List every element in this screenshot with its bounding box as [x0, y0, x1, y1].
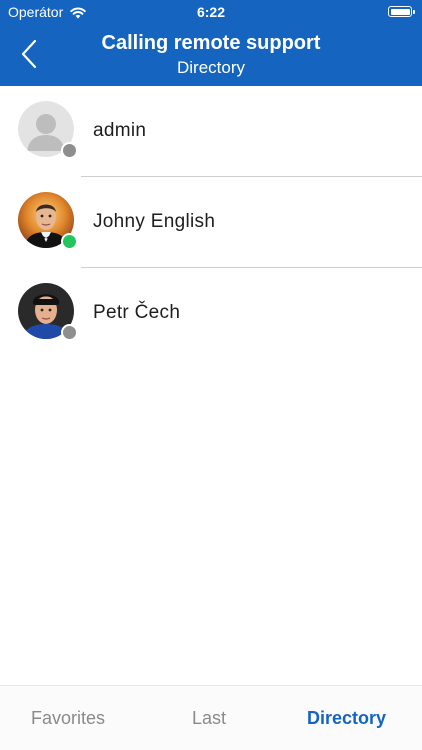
tab-favorites[interactable]: Favorites [31, 708, 105, 729]
page-title: Calling remote support [101, 32, 321, 54]
presence-offline-indicator [61, 324, 78, 341]
tab-directory[interactable]: Directory [307, 708, 386, 729]
battery-icon [388, 6, 415, 17]
presence-offline-indicator [61, 142, 78, 159]
chevron-left-icon [21, 39, 37, 69]
tab-last[interactable]: Last [192, 708, 226, 729]
list-item[interactable]: Johny English [0, 177, 422, 268]
tab-bar: Favorites Last Directory [0, 685, 422, 750]
contact-name: Johny English [93, 211, 216, 232]
back-button[interactable] [14, 36, 44, 72]
page-subtitle: Directory [176, 58, 245, 77]
status-time: 6:22 [196, 4, 226, 20]
list-item[interactable]: admin [0, 86, 422, 177]
presence-online-indicator [61, 233, 78, 250]
status-bar: Operátor 6:22 [0, 0, 422, 24]
app-header: Operátor 6:22 Calling remote support Dir… [0, 0, 422, 86]
list-item[interactable]: Petr Čech [0, 268, 422, 359]
contact-list: admin Johny English Petr Čech [0, 86, 422, 359]
contact-name: admin [93, 120, 147, 141]
contact-name: Petr Čech [93, 302, 181, 323]
